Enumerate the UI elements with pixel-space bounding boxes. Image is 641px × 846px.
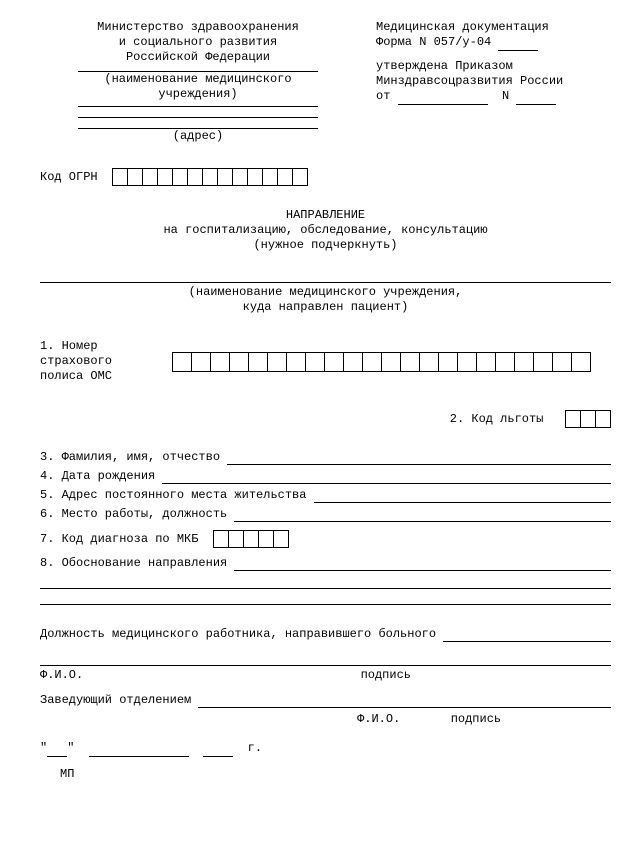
- header: Министерство здравоохранения и социально…: [40, 20, 611, 144]
- doctor-sign-line: [40, 652, 611, 666]
- field-5-blank: [314, 488, 611, 503]
- address-label: (адрес): [40, 129, 356, 144]
- approved-date: от N: [376, 89, 611, 105]
- benefit-boxes: [565, 410, 611, 428]
- doctor-position-label: Должность медицинского работника, направ…: [40, 627, 436, 642]
- field-2-label: 2. Код льготы: [450, 412, 544, 426]
- title-sub: на госпитализацию, обследование, консуль…: [40, 223, 611, 238]
- form-number-blank: [498, 35, 538, 51]
- fio-label-2: Ф.И.О.: [357, 712, 400, 726]
- field-4-label: 4. Дата рождения: [40, 469, 155, 484]
- approval-date-blank: [398, 89, 488, 105]
- field-6-label: 6. Место работы, должность: [40, 507, 227, 522]
- day-blank: [47, 741, 67, 757]
- field-5-label: 5. Адрес постоянного места жительства: [40, 488, 306, 503]
- form-number: Форма N 057/у-04: [376, 35, 611, 51]
- field-4-blank: [162, 469, 611, 484]
- sign-label-1: подпись: [361, 668, 411, 683]
- head-sign-labels: Ф.И.О. подпись: [40, 712, 611, 727]
- header-right: Медицинская документация Форма N 057/у-0…: [376, 20, 611, 144]
- title-main: НАПРАВЛЕНИЕ: [40, 208, 611, 223]
- field-3-blank: [227, 450, 611, 465]
- year-blank: [203, 741, 233, 757]
- field-1: 1. Номер страхового полиса ОМС: [40, 339, 611, 384]
- head-row: Заведующий отделением: [40, 693, 611, 708]
- head-blank: [198, 693, 611, 708]
- doc-kind: Медицинская документация: [376, 20, 611, 35]
- mkb-boxes: [213, 530, 289, 548]
- ministry-line1: Министерство здравоохранения: [40, 20, 356, 35]
- ministry-line2: и социального развития: [40, 35, 356, 50]
- field-7: 7. Код диагноза по МКБ: [40, 530, 611, 548]
- ogrn-row: Код ОГРН: [40, 168, 611, 186]
- form-number-text: Форма N 057/у-04: [376, 35, 491, 49]
- field-5: 5. Адрес постоянного места жительства: [40, 488, 611, 503]
- sign-label-2: подпись: [451, 712, 501, 726]
- ot-label: от: [376, 89, 390, 103]
- field-2: 2. Код льготы: [40, 410, 611, 428]
- field-6-blank: [234, 507, 611, 522]
- field-3-label: 3. Фамилия, имя, отчество: [40, 450, 220, 465]
- oms-boxes: [172, 352, 591, 372]
- head-label: Заведующий отделением: [40, 693, 191, 708]
- field-8: 8. Обоснование направления: [40, 556, 611, 571]
- institution-label: (наименование медицинского учреждения): [40, 72, 356, 102]
- q2: ": [67, 741, 74, 755]
- field-6: 6. Место работы, должность: [40, 507, 611, 522]
- mp: МП: [60, 767, 611, 782]
- f1a: 1. Номер: [40, 339, 160, 354]
- fio-label-1: Ф.И.О.: [40, 668, 83, 683]
- n-label: N: [502, 89, 509, 103]
- header-left: Министерство здравоохранения и социально…: [40, 20, 356, 144]
- year-suffix: г.: [248, 741, 262, 755]
- ogrn-label: Код ОГРН: [40, 170, 98, 184]
- field-8-label: 8. Обоснование направления: [40, 556, 227, 571]
- field-1-label: 1. Номер страхового полиса ОМС: [40, 339, 160, 384]
- title-block: НАПРАВЛЕНИЕ на госпитализацию, обследова…: [40, 208, 611, 253]
- approved-line1: утверждена Приказом: [376, 59, 611, 74]
- field-4: 4. Дата рождения: [40, 469, 611, 484]
- field-8-blank: [234, 556, 611, 571]
- destination-label1: (наименование медицинского учреждения,: [40, 285, 611, 300]
- ogrn-boxes: [112, 168, 308, 186]
- approval-n-blank: [516, 89, 556, 105]
- field-3: 3. Фамилия, имя, отчество: [40, 450, 611, 465]
- field-8-line2: [40, 575, 611, 589]
- field-7-label: 7. Код диагноза по МКБ: [40, 532, 198, 546]
- destination-line: [40, 269, 611, 283]
- field-8-line3: [40, 591, 611, 605]
- f1c: полиса ОМС: [40, 369, 160, 384]
- date-row: " " г.: [40, 741, 611, 757]
- destination-label2: куда направлен пациент): [40, 300, 611, 315]
- month-blank: [89, 741, 189, 757]
- q1: ": [40, 741, 47, 755]
- f1b: страхового: [40, 354, 160, 369]
- doctor-position-row: Должность медицинского работника, направ…: [40, 627, 611, 642]
- approved-line2: Минздравсоцразвития России: [376, 74, 611, 89]
- doctor-position-blank: [443, 627, 611, 642]
- doctor-sign-labels: Ф.И.О. подпись: [40, 668, 611, 683]
- title-note: (нужное подчеркнуть): [40, 238, 611, 253]
- ministry-line3: Российской Федерации: [40, 50, 356, 65]
